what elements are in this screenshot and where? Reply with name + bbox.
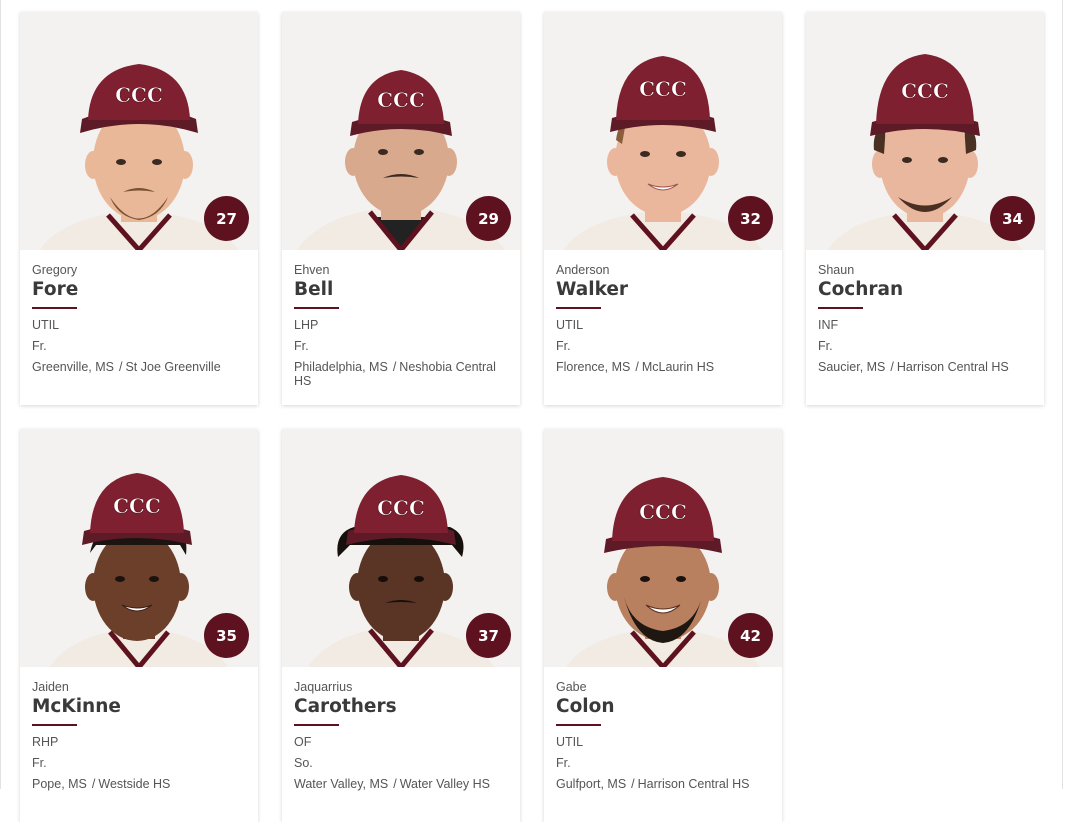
ear-right bbox=[437, 573, 453, 601]
page-border-left bbox=[0, 0, 1, 789]
player-first-name: Jaiden bbox=[32, 680, 69, 694]
player-card[interactable]: CCC 42 Gabe Colon UTIL Fr. Gulfport, MS /… bbox=[544, 429, 782, 822]
jersey-number-badge: 32 bbox=[728, 196, 773, 241]
player-class: Fr. bbox=[32, 339, 47, 353]
ear-right bbox=[441, 148, 457, 176]
player-first-name: Shaun bbox=[818, 263, 855, 277]
player-first-name: Jaquarrius bbox=[294, 680, 353, 694]
player-class: Fr. bbox=[818, 339, 833, 353]
player-last-name[interactable]: McKinne bbox=[32, 696, 246, 718]
player-hometown: Philadelphia, MS bbox=[294, 360, 388, 374]
player-high-school: St Joe Greenville bbox=[125, 360, 221, 374]
name-underline bbox=[294, 724, 339, 726]
ccc-cap-logo: CCC bbox=[115, 83, 163, 107]
ear-right bbox=[703, 148, 719, 176]
ear-left bbox=[607, 573, 623, 601]
ear-right bbox=[703, 573, 719, 601]
jersey-number-badge: 34 bbox=[990, 196, 1035, 241]
player-first-name: Gabe bbox=[556, 680, 587, 694]
jersey-number-badge: 27 bbox=[204, 196, 249, 241]
player-high-school: McLaurin HS bbox=[641, 360, 715, 374]
player-class: Fr. bbox=[32, 756, 47, 770]
separator: / bbox=[635, 360, 639, 374]
player-hometown: Saucier, MS bbox=[818, 360, 886, 374]
player-position: UTIL bbox=[556, 318, 584, 332]
player-hometown-school: Greenville, MS / St Joe Greenville bbox=[32, 360, 246, 374]
name-underline bbox=[32, 724, 77, 726]
ccc-cap-logo: CCC bbox=[113, 494, 161, 518]
player-hometown: Greenville, MS bbox=[32, 360, 114, 374]
player-high-school: Harrison Central HS bbox=[896, 360, 1009, 374]
ear-left bbox=[85, 573, 101, 601]
ear-left bbox=[345, 148, 361, 176]
player-position: UTIL bbox=[556, 735, 584, 749]
player-card[interactable]: CCC 34 Shaun Cochran INF Fr. Saucier, MS… bbox=[806, 12, 1044, 405]
player-last-name[interactable]: Bell bbox=[294, 279, 508, 301]
player-photo[interactable]: CCC 27 bbox=[20, 12, 258, 250]
player-last-name[interactable]: Walker bbox=[556, 279, 770, 301]
ccc-cap-logo: CCC bbox=[639, 500, 687, 524]
ear-right bbox=[962, 150, 978, 178]
player-photo[interactable]: CCC 35 bbox=[20, 429, 258, 667]
player-hometown: Florence, MS bbox=[556, 360, 631, 374]
name-underline bbox=[32, 307, 77, 309]
player-first-name: Anderson bbox=[556, 263, 610, 277]
ear-right bbox=[173, 573, 189, 601]
name-underline bbox=[556, 307, 601, 309]
player-card[interactable]: CCC 27 Gregory Fore UTIL Fr. Greenville,… bbox=[20, 12, 258, 405]
player-position: RHP bbox=[32, 735, 59, 749]
player-class: Fr. bbox=[556, 339, 571, 353]
player-hometown-school: Saucier, MS / Harrison Central HS bbox=[818, 360, 1032, 374]
player-card[interactable]: CCC 32 Anderson Walker UTIL Fr. Florence… bbox=[544, 12, 782, 405]
jersey-number-badge: 29 bbox=[466, 196, 511, 241]
player-photo[interactable]: CCC 29 bbox=[282, 12, 520, 250]
face bbox=[357, 529, 445, 641]
player-first-name: Gregory bbox=[32, 263, 78, 277]
player-position: INF bbox=[818, 318, 839, 332]
ear-right bbox=[177, 151, 193, 179]
ear-left bbox=[872, 150, 888, 178]
player-position: UTIL bbox=[32, 318, 60, 332]
player-hometown-school: Florence, MS / McLaurin HS bbox=[556, 360, 770, 374]
player-card[interactable]: CCC 37 Jaquarrius Carothers OF So. Water… bbox=[282, 429, 520, 822]
jersey-number-badge: 35 bbox=[204, 613, 249, 658]
roster-grid: CCC 27 Gregory Fore UTIL Fr. Greenville,… bbox=[20, 12, 1044, 822]
separator: / bbox=[118, 360, 123, 374]
ear-left bbox=[607, 148, 623, 176]
player-class: Fr. bbox=[294, 339, 309, 353]
name-underline bbox=[294, 307, 339, 309]
player-photo[interactable]: CCC 34 bbox=[806, 12, 1044, 250]
jersey-number-badge: 42 bbox=[728, 613, 773, 658]
ccc-cap-logo: CCC bbox=[639, 77, 687, 101]
player-photo[interactable]: CCC 37 bbox=[282, 429, 520, 667]
ccc-cap-logo: CCC bbox=[901, 79, 949, 103]
player-photo[interactable]: CCC 32 bbox=[544, 12, 782, 250]
player-position: OF bbox=[294, 735, 312, 749]
page-border-right bbox=[1062, 0, 1063, 789]
player-class: Fr. bbox=[556, 756, 571, 770]
name-underline bbox=[556, 724, 601, 726]
player-first-name: Ehven bbox=[294, 263, 330, 277]
player-hometown-school: Philadelphia, MS / Neshobia Central HS bbox=[294, 360, 508, 388]
ear-left bbox=[349, 573, 365, 601]
player-card[interactable]: CCC 29 Ehven Bell LHP Fr. Philadelphia, … bbox=[282, 12, 520, 405]
face bbox=[93, 529, 181, 641]
player-last-name[interactable]: Fore bbox=[32, 279, 246, 301]
name-underline bbox=[818, 307, 863, 309]
player-position: LHP bbox=[294, 318, 319, 332]
separator: / bbox=[890, 360, 894, 374]
ear-left bbox=[85, 151, 101, 179]
separator: / bbox=[392, 360, 397, 374]
player-photo[interactable]: CCC 42 bbox=[544, 429, 782, 667]
player-last-name[interactable]: Carothers bbox=[294, 696, 508, 718]
ccc-cap-logo: CCC bbox=[377, 88, 425, 112]
player-last-name[interactable]: Colon bbox=[556, 696, 770, 718]
jersey-number-badge: 37 bbox=[466, 613, 511, 658]
player-card[interactable]: CCC 35 Jaiden McKinne RHP Fr. Pope, MS / W… bbox=[20, 429, 258, 822]
player-last-name[interactable]: Cochran bbox=[818, 279, 1032, 301]
player-class: So. bbox=[294, 756, 313, 770]
ccc-cap-logo: CCC bbox=[377, 496, 425, 520]
